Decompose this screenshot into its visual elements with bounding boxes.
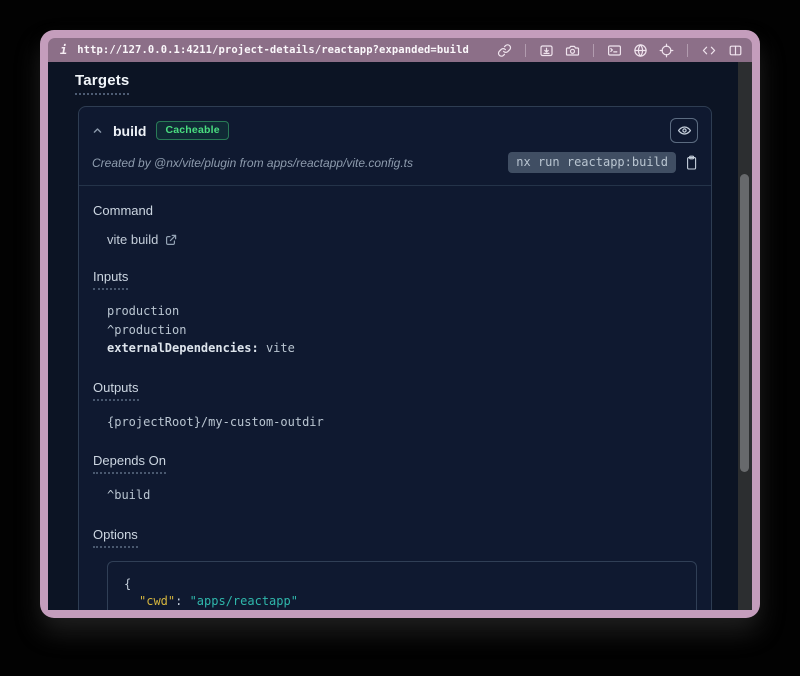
json-open-brace: {	[124, 576, 680, 593]
run-command-chip: nx run reactapp:build	[508, 152, 676, 173]
scrollbar-track[interactable]	[738, 62, 752, 610]
crosshair-icon[interactable]	[658, 42, 675, 59]
options-section: Options { "cwd": "apps/reactapp" }	[93, 526, 697, 611]
terminal-icon[interactable]	[606, 42, 623, 59]
toolbar-divider	[687, 44, 688, 57]
page-title: Targets	[75, 72, 129, 95]
screenshot-import-icon[interactable]	[538, 42, 555, 59]
chevron-up-icon[interactable]	[92, 125, 103, 136]
outputs-section: Outputs {projectRoot}/my-custom-outdir	[93, 379, 697, 432]
command-heading: Command	[93, 203, 153, 218]
code-icon[interactable]	[700, 42, 718, 59]
info-icon: i	[60, 43, 67, 57]
build-target-body: Command vite build Inputs producti	[79, 186, 711, 610]
split-editor-icon[interactable]	[727, 42, 744, 59]
copy-icon[interactable]	[685, 155, 698, 171]
json-close-brace: }	[124, 610, 680, 611]
link-icon[interactable]	[496, 42, 513, 59]
options-json-block: { "cwd": "apps/reactapp" }	[107, 561, 697, 611]
view-target-graph-button[interactable]	[670, 118, 698, 143]
depends-on-section: Depends On ^build	[93, 452, 697, 505]
json-cwd-line: "cwd": "apps/reactapp"	[124, 593, 680, 610]
created-by-text: Created by @nx/vite/plugin from apps/rea…	[92, 156, 413, 170]
external-link-icon[interactable]	[165, 234, 177, 246]
options-heading: Options	[93, 527, 138, 548]
depends-on-heading: Depends On	[93, 453, 166, 474]
input-item: ^production	[107, 321, 697, 340]
toolbar-divider	[593, 44, 594, 57]
page-content: Targets build Cacheable	[48, 62, 738, 610]
browser-toolbar: i http://127.0.0.1:4211/project-details/…	[48, 38, 752, 62]
cacheable-badge: Cacheable	[156, 121, 228, 141]
inputs-heading: Inputs	[93, 269, 128, 290]
target-card-build: build Cacheable Created by @nx/vite/plug…	[78, 106, 712, 610]
external-dependencies-value: vite	[259, 341, 295, 355]
command-section: Command vite build	[93, 202, 697, 247]
scrollbar-thumb[interactable]	[740, 174, 749, 472]
input-item: externalDependencies: vite	[107, 339, 697, 358]
camera-icon[interactable]	[564, 42, 581, 59]
json-colon: :	[175, 594, 189, 608]
inputs-section: Inputs production ^production externalDe…	[93, 268, 697, 358]
command-value: vite build	[107, 232, 158, 247]
build-target-header[interactable]: build Cacheable	[79, 107, 711, 143]
json-value: "apps/reactapp"	[190, 594, 298, 608]
external-dependencies-key: externalDependencies:	[107, 341, 259, 355]
toolbar-actions	[496, 42, 744, 59]
build-target-subheader: Created by @nx/vite/plugin from apps/rea…	[79, 143, 711, 186]
json-key: "cwd"	[139, 594, 175, 608]
target-name: build	[113, 123, 146, 139]
input-item: production	[107, 302, 697, 321]
outputs-heading: Outputs	[93, 380, 139, 401]
url-text[interactable]: http://127.0.0.1:4211/project-details/re…	[77, 44, 469, 56]
browser-window: i http://127.0.0.1:4211/project-details/…	[40, 30, 760, 618]
toolbar-divider	[525, 44, 526, 57]
depends-on-item: ^build	[107, 486, 697, 505]
output-item: {projectRoot}/my-custom-outdir	[107, 413, 697, 432]
globe-icon[interactable]	[632, 42, 649, 59]
